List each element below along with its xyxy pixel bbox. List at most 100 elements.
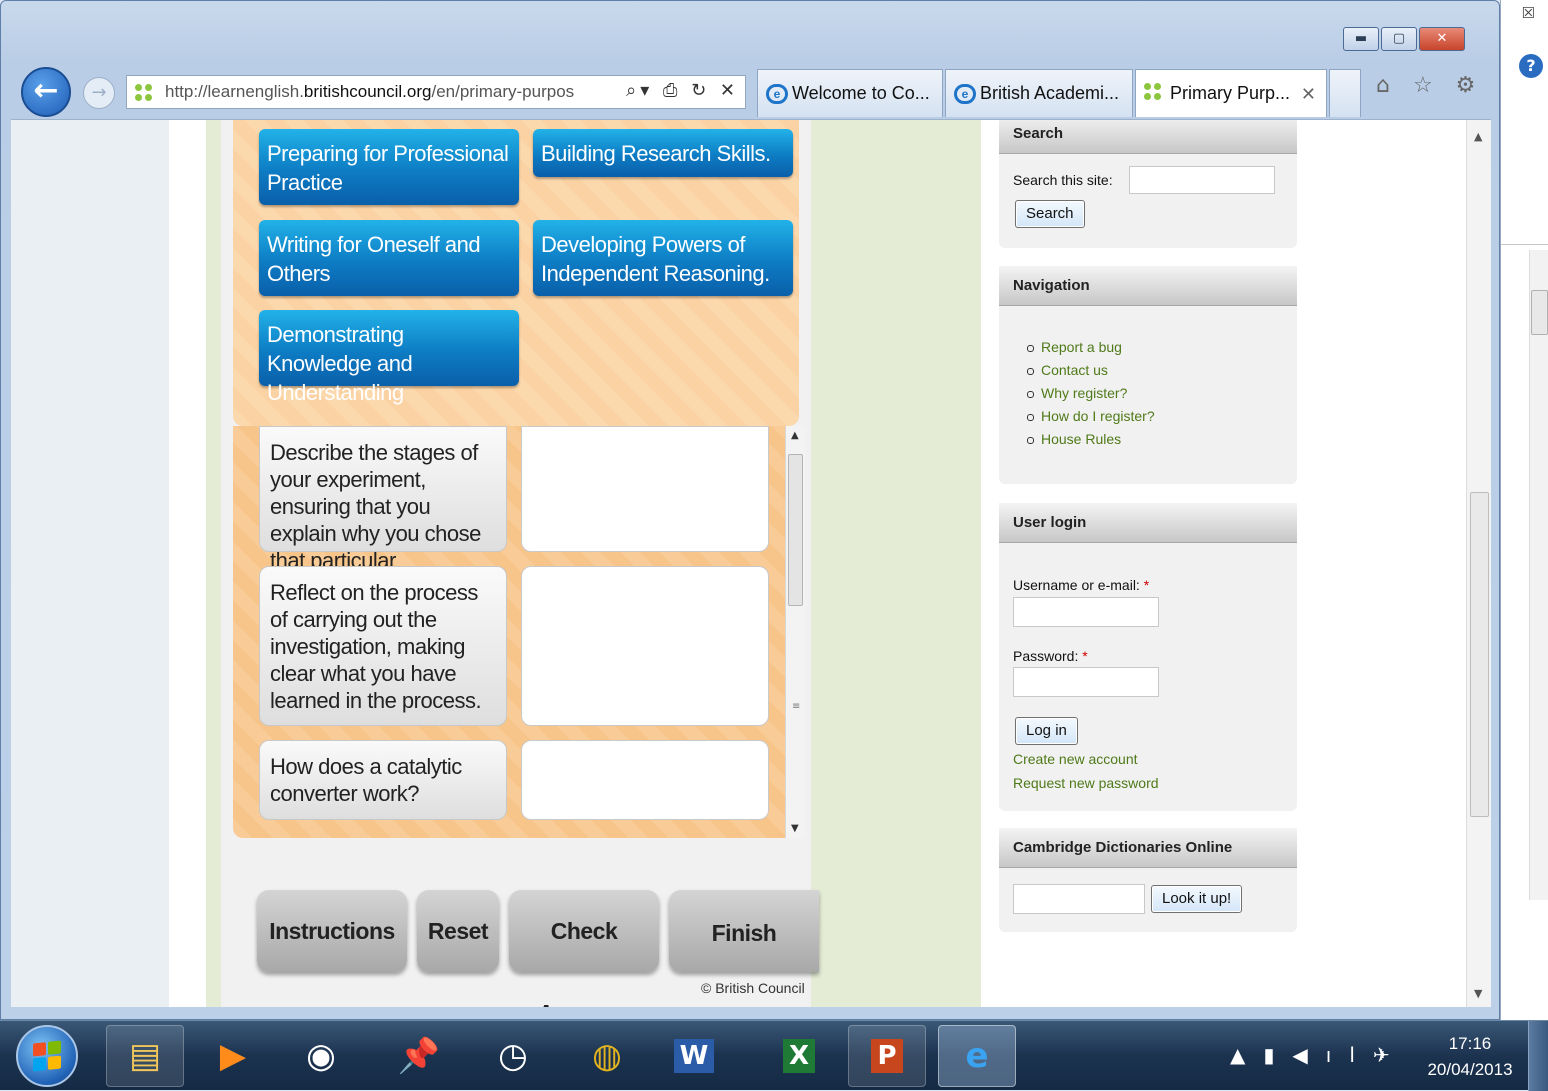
close-window-button[interactable]: ✕: [1419, 27, 1465, 51]
search-label: Search this site:: [1013, 172, 1113, 188]
chrome-taskbar-icon[interactable]: ◍: [568, 1025, 646, 1087]
address-tools[interactable]: ⌕▾ ⎙ ↻ ✕: [626, 80, 739, 101]
purpose-button[interactable]: Building Research Skills.: [533, 129, 793, 177]
show-desktop-button[interactable]: [1528, 1021, 1548, 1091]
check-answers-button[interactable]: Check Answers: [509, 890, 659, 1007]
tab-welcome[interactable]: e Welcome to Co...: [757, 69, 943, 117]
instructions-button[interactable]: Instructions: [257, 890, 407, 972]
scroll-thumb[interactable]: [788, 454, 803, 606]
explorer-taskbar-icon[interactable]: ▤: [106, 1025, 184, 1087]
toolbar-icons[interactable]: ⌂ ☆ ⚙: [1376, 73, 1483, 98]
maximize-button[interactable]: ▢: [1381, 27, 1417, 51]
excel-taskbar-icon[interactable]: X: [760, 1025, 838, 1087]
ie-icon: e: [954, 84, 976, 104]
purpose-buttons-panel: Preparing for Professional Practice Buil…: [233, 120, 799, 426]
start-button[interactable]: [16, 1025, 78, 1087]
dictionary-input[interactable]: [1013, 884, 1145, 914]
scroll-up-icon[interactable]: ▲: [791, 430, 799, 441]
page-margin-left: [11, 120, 169, 1007]
look-it-up-button[interactable]: Look it up!: [1151, 885, 1243, 913]
username-field[interactable]: [1013, 597, 1159, 627]
background-scrollbar[interactable]: [1529, 250, 1548, 900]
back-button[interactable]: ←: [21, 67, 71, 117]
password-label: Password: *: [1013, 648, 1088, 664]
finish-button[interactable]: Finish: [669, 890, 819, 972]
answer-drop-zone[interactable]: [521, 426, 769, 552]
answer-drop-zone[interactable]: [521, 566, 769, 726]
purpose-button[interactable]: Preparing for Professional Practice: [259, 129, 519, 205]
scroll-up-icon[interactable]: ▲: [1474, 130, 1482, 143]
clock[interactable]: 17:16 20/04/2013: [1420, 1031, 1520, 1083]
answer-drop-zone[interactable]: [521, 740, 769, 820]
nav-link-contact[interactable]: Contact us: [1027, 359, 1155, 382]
dictionary-block: Cambridge Dictionaries Online Look it up…: [999, 828, 1297, 932]
login-button[interactable]: Log in: [1015, 717, 1078, 745]
arrow-right-icon: →: [91, 82, 107, 103]
tab-label: Welcome to Co...: [792, 83, 930, 103]
close-tab-icon[interactable]: ✕: [1301, 84, 1316, 105]
help-icon[interactable]: ?: [1519, 54, 1543, 78]
reset-button[interactable]: Reset: [417, 890, 499, 972]
create-account-link[interactable]: Create new account: [1013, 751, 1138, 767]
purpose-button[interactable]: Writing for Oneself and Others: [259, 220, 519, 296]
word-taskbar-icon[interactable]: W: [655, 1025, 733, 1087]
block-title: User login: [999, 503, 1297, 543]
purpose-button[interactable]: Demonstrating Knowledge and Understandin…: [259, 310, 519, 405]
block-title: Search: [999, 120, 1297, 154]
block-title: Navigation: [999, 266, 1297, 306]
background-window: ☒ ?: [1500, 0, 1548, 1020]
user-taskbar-icon[interactable]: ◉: [282, 1025, 360, 1087]
scroll-down-icon[interactable]: ▼: [1474, 987, 1482, 1000]
minimize-button[interactable]: ▬: [1343, 27, 1379, 51]
question-card: Reflect on the process of carrying out t…: [259, 566, 507, 726]
purpose-button[interactable]: Developing Powers of Independent Reasoni…: [533, 220, 793, 296]
media-player-taskbar-icon[interactable]: ▶: [194, 1025, 272, 1087]
site-favicon-icon: [1144, 83, 1164, 103]
scroll-down-icon[interactable]: ▼: [791, 823, 799, 834]
new-tab-button[interactable]: [1329, 69, 1361, 117]
request-password-link[interactable]: Request new password: [1013, 775, 1159, 791]
question-card: How does a catalytic converter work?: [259, 740, 507, 820]
tab-british-academic[interactable]: e British Academi...: [945, 69, 1133, 117]
user-login-block: User login Username or e-mail: * Passwor…: [999, 503, 1297, 811]
close-icon[interactable]: ☒: [1522, 4, 1535, 22]
nav-link-how-register[interactable]: How do I register?: [1027, 405, 1155, 428]
page-scrollbar[interactable]: ▲ ▼: [1466, 120, 1491, 1007]
page-viewport: Preparing for Professional Practice Buil…: [11, 119, 1491, 1007]
search-block: Search Search this site: Search: [999, 120, 1297, 248]
forward-button[interactable]: →: [83, 77, 115, 109]
navigation-list: Report a bug Contact us Why register? Ho…: [1027, 336, 1155, 451]
address-bar[interactable]: http://learnenglish.britishcouncil.org/e…: [126, 75, 746, 109]
powerpoint-taskbar-icon[interactable]: P: [848, 1025, 926, 1087]
nav-link-report-bug[interactable]: Report a bug: [1027, 336, 1155, 359]
clock-taskbar-icon[interactable]: ◷: [474, 1025, 552, 1087]
browser-window: ▬ ▢ ✕ ← → http://learnenglish.britishcou…: [0, 0, 1500, 1020]
password-field[interactable]: [1013, 667, 1159, 697]
search-input[interactable]: [1129, 166, 1275, 194]
clock-time: 17:16: [1448, 1034, 1492, 1053]
system-tray[interactable]: ▲▮◀ıl✈: [1230, 1043, 1408, 1067]
nav-link-house-rules[interactable]: House Rules: [1027, 428, 1155, 451]
tab-label: British Academi...: [980, 83, 1120, 103]
copyright-text: © British Council: [701, 980, 805, 996]
clock-date: 20/04/2013: [1427, 1060, 1513, 1079]
tab-label: Primary Purp...: [1170, 83, 1291, 103]
question-card: Describe the stages of your experiment, …: [259, 426, 507, 600]
tab-primary-purpose[interactable]: Primary Purp... ✕: [1135, 69, 1327, 117]
questions-scrollbar[interactable]: ▲ ≡ ▼: [785, 426, 805, 838]
grip-icon: ≡: [792, 701, 801, 712]
sticky-notes-taskbar-icon[interactable]: 📌: [380, 1025, 458, 1087]
search-button[interactable]: Search: [1015, 200, 1085, 228]
url-text[interactable]: http://learnenglish.britishcouncil.org/e…: [165, 82, 574, 102]
window-controls: ▬ ▢ ✕: [1341, 27, 1465, 51]
scroll-thumb[interactable]: [1470, 492, 1489, 817]
internet-explorer-taskbar-icon[interactable]: e: [938, 1025, 1016, 1087]
arrow-left-icon: ←: [33, 73, 59, 108]
windows-logo-icon: [33, 1040, 61, 1072]
scroll-thumb[interactable]: [1531, 290, 1548, 335]
nav-link-why-register[interactable]: Why register?: [1027, 382, 1155, 405]
taskbar: ▤ ▶ ◉ 📌 ◷ ◍ W X P e ▲▮◀ıl✈ 17:16 20/04/2…: [0, 1020, 1548, 1091]
page-margin-right: [1311, 120, 1461, 1007]
site-favicon-icon: [135, 84, 153, 102]
primary-purpose-activity: Preparing for Professional Practice Buil…: [221, 120, 819, 1007]
